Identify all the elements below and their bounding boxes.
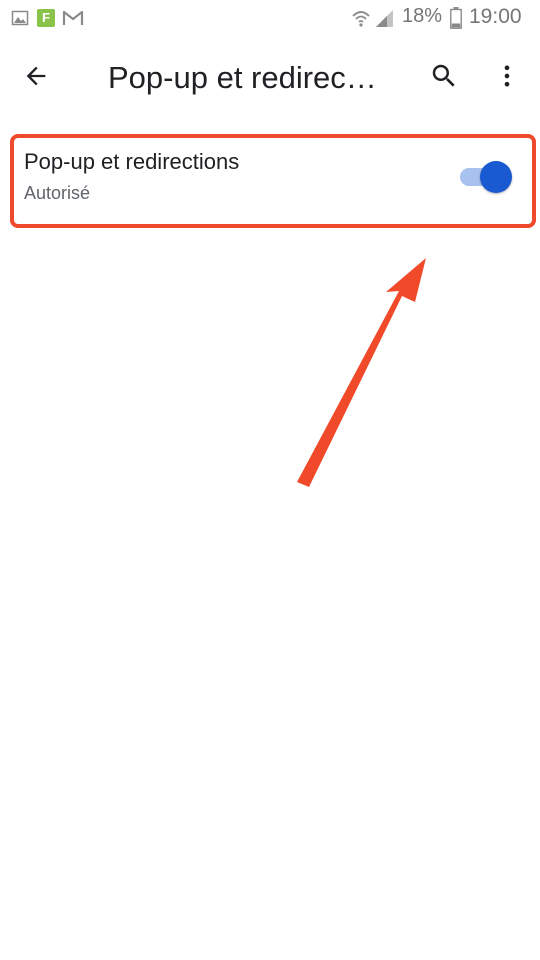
gmail-icon: [62, 9, 84, 27]
wifi-icon: [351, 8, 371, 28]
status-bar: F 18% 19:00: [0, 0, 540, 38]
status-time: 19:00: [469, 5, 522, 28]
more-vert-icon: [493, 62, 521, 95]
signal-icon: [374, 8, 394, 28]
battery-icon: [450, 7, 462, 29]
back-arrow-icon: [22, 62, 50, 95]
app-icon: F: [37, 9, 55, 27]
gallery-icon: [11, 9, 29, 27]
more-options-button[interactable]: [483, 54, 531, 102]
page-title: Pop-up et redirec…: [108, 60, 377, 95]
search-icon: [429, 61, 459, 96]
toolbar: Pop-up et redirec…: [0, 38, 540, 118]
toggle-thumb: [480, 161, 512, 193]
battery-percent: 18%: [402, 5, 443, 27]
back-button[interactable]: [12, 54, 60, 102]
search-button[interactable]: [420, 54, 468, 102]
popup-setting-row[interactable]: Pop-up et redirections Autorisé: [13, 137, 529, 219]
setting-title: Pop-up et redirections: [24, 149, 240, 174]
popup-toggle-switch[interactable]: [460, 161, 512, 193]
setting-summary: Autorisé: [24, 183, 91, 203]
